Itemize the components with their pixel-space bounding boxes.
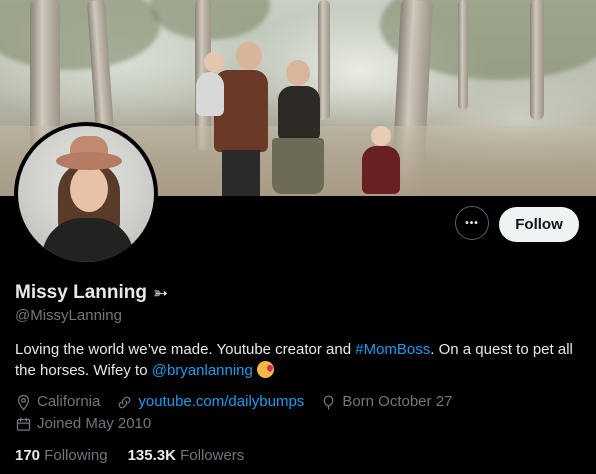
bio-text: Loving the world we’ve made. Youtube cre… — [15, 341, 356, 358]
joined-text: Joined May 2010 — [37, 415, 152, 432]
profile-handle: @MissyLanning — [15, 307, 122, 324]
following-count: 170 — [15, 447, 41, 464]
following-label: Following — [44, 447, 108, 464]
location-item: California — [15, 391, 100, 413]
followers-count: 135.3K — [127, 447, 176, 464]
profile-bio: Loving the world we’ve made. Youtube cre… — [15, 339, 585, 381]
banner-person-woman — [278, 86, 320, 140]
banner-person-man-legs — [222, 150, 260, 196]
display-name-text: Missy Lanning — [15, 282, 147, 303]
website-item[interactable]: youtube.com/dailybumps — [116, 391, 304, 413]
kissing-heart-emoji-icon — [257, 361, 275, 378]
birthday-item: Born October 27 — [320, 391, 452, 413]
profile-display-name: Missy Lanning ➳ — [15, 282, 168, 304]
avatar[interactable] — [18, 126, 154, 262]
followers-stat[interactable]: 135.3K Followers — [128, 447, 245, 464]
profile-stats: 170 Following 135.3K Followers — [15, 447, 244, 464]
balloon-icon — [323, 394, 334, 410]
followers-label: Followers — [180, 447, 245, 464]
more-icon: ••• — [465, 217, 479, 229]
avatar-hat-brim — [56, 152, 122, 170]
bio-hashtag-link[interactable]: #MomBoss — [355, 341, 430, 358]
banner-person-head — [286, 60, 310, 86]
link-icon — [119, 396, 131, 408]
banner-tree — [458, 0, 468, 110]
avatar-body — [42, 218, 134, 262]
avatar-face — [70, 166, 108, 212]
birthday-text: Born October 27 — [342, 393, 453, 410]
profile-meta: California youtube.com/dailybumps Born O… — [15, 391, 585, 435]
profile-avatar-frame[interactable] — [14, 122, 158, 266]
joined-item: Joined May 2010 — [15, 413, 151, 435]
banner-tree — [530, 0, 544, 120]
banner-person-woman-skirt — [272, 138, 324, 194]
calendar-icon — [16, 416, 31, 431]
banner-person-child-head — [204, 52, 224, 72]
banner-person-head — [236, 42, 262, 70]
location-pin-icon — [17, 394, 30, 411]
banner-person-child — [196, 72, 224, 116]
location-text: California — [37, 393, 101, 410]
bio-mention-link[interactable]: @bryanlanning — [152, 362, 253, 379]
arrow-emoji-icon: ➳ — [152, 282, 169, 303]
more-options-button[interactable]: ••• — [455, 206, 489, 240]
banner-person-child — [362, 146, 400, 194]
follow-button[interactable]: Follow — [499, 207, 579, 242]
website-link[interactable]: youtube.com/dailybumps — [138, 391, 304, 413]
banner-person-child-head — [371, 126, 391, 146]
following-stat[interactable]: 170 Following — [15, 447, 108, 464]
